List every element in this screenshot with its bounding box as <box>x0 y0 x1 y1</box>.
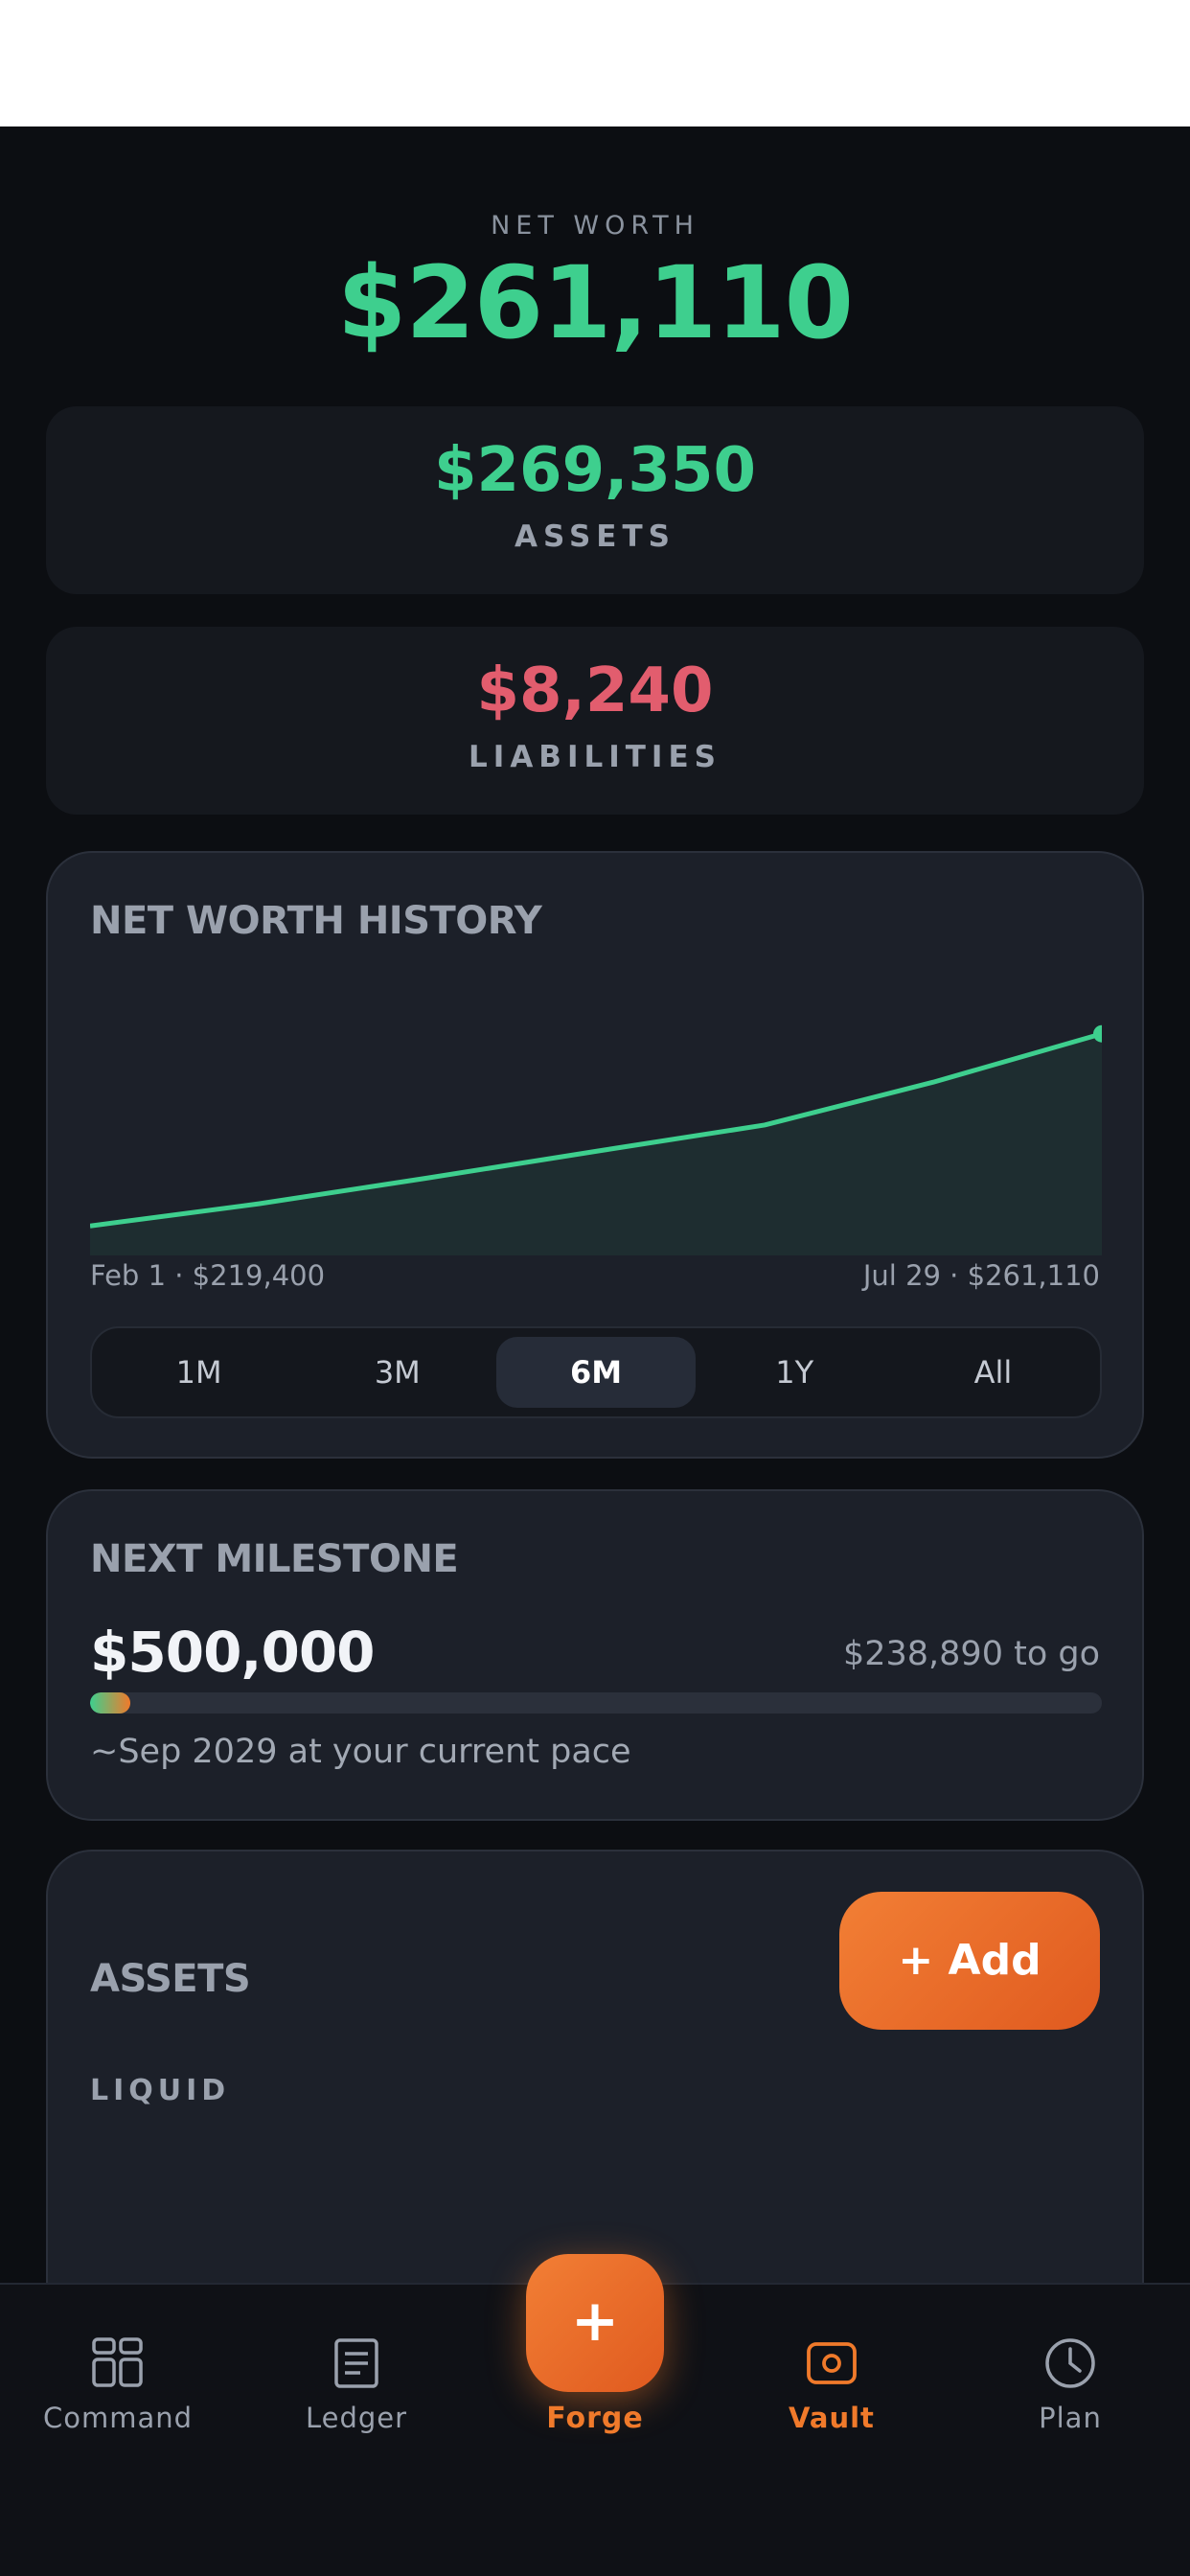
assets-total: $269,350 <box>433 435 757 506</box>
chart-area-fill <box>90 1033 1102 1255</box>
milestone-note: ~Sep 2029 at your current pace <box>90 1733 631 1771</box>
net-worth-value: $261,110 <box>336 244 854 361</box>
nav-vault[interactable]: Vault <box>726 2334 937 2434</box>
chart-end-label: Jul 29 · $261,110 <box>862 1259 1100 1292</box>
clock-icon <box>1045 2338 1095 2388</box>
grid-icon <box>92 2337 143 2387</box>
liquid-section-label: LIQUID <box>90 2074 231 2107</box>
nav-command[interactable]: Command <box>12 2334 223 2434</box>
milestone-remaining: $238,890 to go <box>842 1635 1100 1673</box>
forge-plus-button[interactable]: + <box>526 2254 664 2392</box>
chart-start-label: Feb 1 · $219,400 <box>90 1259 326 1292</box>
liabilities-summary-card[interactable]: $8,240 LIABILITIES <box>46 627 1144 815</box>
range-button-all[interactable]: All <box>894 1337 1092 1408</box>
assets-summary-card[interactable]: $269,350 ASSETS <box>46 406 1144 594</box>
ledger-icon <box>334 2338 378 2388</box>
range-selector: 1M 3M 6M 1Y All <box>90 1326 1102 1418</box>
history-title: NET WORTH HISTORY <box>90 899 542 943</box>
range-button-1y[interactable]: 1Y <box>696 1337 894 1408</box>
net-worth-label: NET WORTH <box>491 211 699 241</box>
net-worth-chart <box>90 1024 1102 1255</box>
status-area <box>0 0 1190 126</box>
assets-panel-title: ASSETS <box>90 1957 251 2001</box>
nav-forge-label: Forge <box>546 2402 644 2435</box>
assets-label: ASSETS <box>515 519 675 554</box>
nav-plan-label: Plan <box>1039 2402 1102 2434</box>
nav-ledger[interactable]: Ledger <box>251 2334 462 2434</box>
nav-command-label: Command <box>42 2402 194 2434</box>
nav-plan[interactable]: Plan <box>965 2334 1176 2434</box>
milestone-panel: NEXT MILESTONE $500,000 $238,890 to go ~… <box>46 1489 1144 1821</box>
add-asset-button[interactable]: + Add <box>839 1892 1100 2030</box>
vault-icon <box>807 2342 857 2384</box>
range-button-1m[interactable]: 1M <box>100 1337 298 1408</box>
nav-vault-label: Vault <box>789 2402 875 2434</box>
liabilities-label: LIABILITIES <box>469 740 721 774</box>
nav-ledger-label: Ledger <box>305 2402 408 2434</box>
range-button-3m[interactable]: 3M <box>298 1337 496 1408</box>
milestone-title: NEXT MILESTONE <box>90 1537 459 1581</box>
nav-forge[interactable]: + Forge <box>499 2254 691 2435</box>
milestone-progress-fill <box>90 1692 131 1714</box>
range-button-6m[interactable]: 6M <box>496 1337 696 1408</box>
liabilities-total: $8,240 <box>476 656 714 726</box>
net-worth-history-panel: NET WORTH HISTORY Feb 1 · $219,400 Jul 2… <box>46 851 1144 1459</box>
milestone-progress-bar <box>90 1692 1102 1714</box>
milestone-target: $500,000 <box>90 1620 376 1685</box>
